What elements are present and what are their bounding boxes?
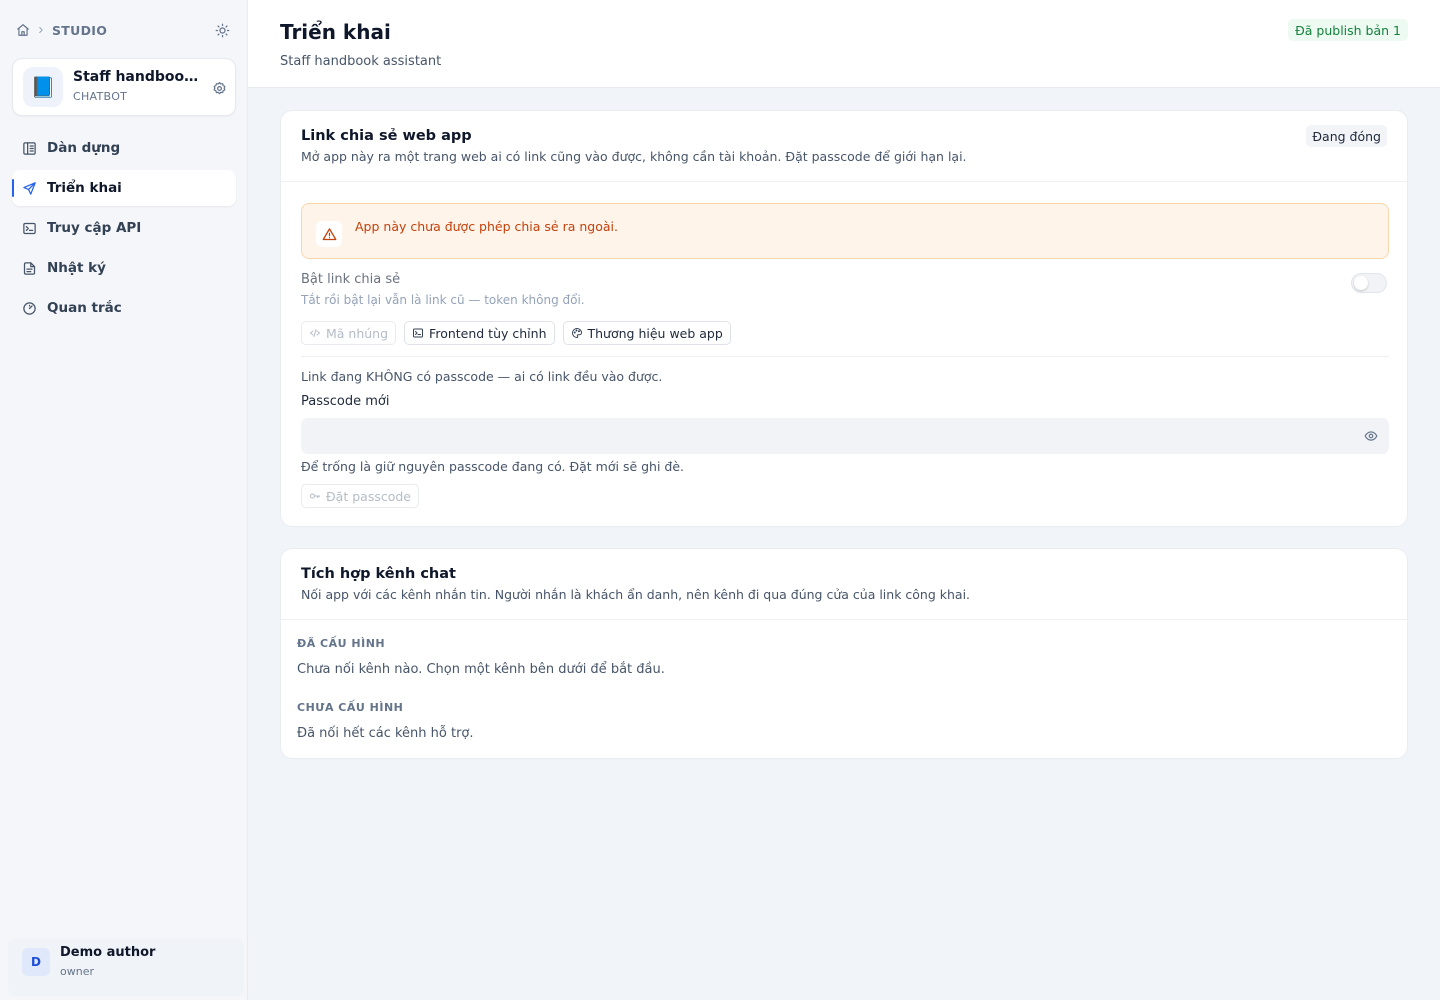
app-name: Staff handbook assistant — [73, 69, 201, 85]
terminal-icon — [23, 222, 36, 234]
user-name: Demo author — [60, 945, 156, 960]
sidebar-item-truy-cap-api[interactable]: Truy cập API — [12, 210, 236, 246]
embed-code-button[interactable]: Mã nhúng — [301, 321, 397, 345]
page-header: Triển khai Staff handbook assistant Đã p… — [248, 0, 1440, 88]
divider — [301, 356, 1389, 357]
eye-icon — [1364, 431, 1378, 441]
set-passcode-button[interactable]: Đặt passcode — [301, 484, 419, 508]
sidebar-item-quan-trac[interactable]: Quan trắc — [12, 290, 236, 326]
share-actions: Mã nhúng Frontend tùy chỉnh Thương hiệu … — [301, 321, 731, 345]
sidebar-item-trien-khai[interactable]: Triển khai — [12, 170, 236, 206]
sidebar: STUDIO 📘 Staff handbook assistant CHATBO… — [0, 0, 248, 1000]
breadcrumb-studio[interactable]: STUDIO — [52, 23, 107, 38]
custom-frontend-button[interactable]: Frontend tùy chỉnh — [404, 321, 555, 345]
key-icon — [310, 493, 320, 499]
gear-icon — [213, 81, 225, 94]
card-title: Link chia sẻ web app — [301, 128, 472, 144]
warning-icon — [316, 221, 342, 247]
configured-empty-text: Chưa nối kênh nào. Chọn một kênh bên dướ… — [297, 662, 665, 677]
sidebar-item-nhat-ky[interactable]: Nhật ký — [12, 250, 236, 286]
breadcrumb: STUDIO — [16, 20, 107, 40]
configured-heading: ĐÃ CẤU HÌNH — [297, 637, 386, 650]
warning-text: App này chưa được phép chia sẻ ra ngoài. — [355, 219, 618, 234]
user-menu[interactable]: D Demo author owner — [8, 938, 244, 996]
passcode-input[interactable] — [301, 418, 1389, 454]
app-switcher[interactable]: 📘 Staff handbook assistant CHATBOT — [12, 58, 236, 116]
home-icon[interactable] — [16, 23, 30, 37]
chat-channels-card: Tích hợp kênh chat Nối app với các kênh … — [280, 548, 1408, 759]
layout-icon — [23, 141, 36, 155]
button-label: Thương hiệu web app — [587, 325, 723, 341]
file-text-icon — [23, 261, 36, 275]
share-link-toggle[interactable] — [1351, 273, 1387, 293]
send-icon — [23, 181, 36, 195]
sidebar-item-label: Truy cập API — [47, 220, 142, 236]
app-kind: CHATBOT — [73, 90, 128, 103]
gauge-icon — [23, 301, 36, 315]
show-passcode-button[interactable] — [1363, 428, 1379, 444]
terminal-icon — [413, 328, 424, 338]
main-content: Triển khai Staff handbook assistant Đã p… — [248, 0, 1440, 1000]
book-icon: 📘 — [23, 67, 63, 107]
card-description: Nối app với các kênh nhắn tin. Người nhắ… — [301, 587, 971, 602]
theme-toggle-button[interactable] — [212, 20, 232, 40]
unconfigured-empty-text: Đã nối hết các kênh hỗ trợ. — [297, 726, 474, 741]
passcode-status: Link đang KHÔNG có passcode — ai có link… — [301, 369, 663, 384]
share-status-badge: Đang đóng — [1306, 125, 1387, 147]
unconfigured-heading: CHƯA CẤU HÌNH — [297, 701, 404, 714]
app-settings-button[interactable] — [209, 78, 229, 98]
warning-alert: App này chưa được phép chia sẻ ra ngoài. — [301, 203, 1389, 259]
button-label: Đặt passcode — [326, 488, 411, 504]
page-title: Triển khai — [280, 20, 391, 44]
card-description: Mở app này ra một trang web ai có link c… — [301, 149, 967, 164]
card-title: Tích hợp kênh chat — [301, 566, 456, 582]
sidebar-item-label: Triển khai — [47, 180, 122, 196]
toggle-knob — [1354, 276, 1368, 290]
sidebar-item-label: Quan trắc — [47, 300, 122, 316]
sidebar-item-label: Dàn dựng — [47, 140, 121, 156]
passcode-label: Passcode mới — [301, 394, 390, 409]
avatar: D — [22, 948, 50, 976]
share-link-card: Link chia sẻ web app Mở app này ra một t… — [280, 110, 1408, 527]
button-label: Frontend tùy chỉnh — [429, 325, 547, 341]
page-subtitle: Staff handbook assistant — [280, 54, 442, 69]
sidebar-item-label: Nhật ký — [47, 260, 106, 276]
share-toggle-help: Tắt rồi bật lại vẫn là link cũ — token k… — [301, 293, 585, 307]
card-header: Link chia sẻ web app Mở app này ra một t… — [281, 111, 1407, 182]
passcode-field — [301, 418, 1389, 454]
code-icon — [310, 329, 320, 337]
sidebar-item-dan-dung[interactable]: Dàn dựng — [12, 130, 236, 166]
sun-icon — [215, 23, 229, 37]
sidebar-nav: Dàn dựng Triển khai Truy cập API Nhật ký… — [12, 130, 236, 330]
chevron-right-icon — [36, 25, 46, 35]
web-app-branding-button[interactable]: Thương hiệu web app — [562, 321, 731, 345]
palette-icon — [571, 328, 582, 338]
button-label: Mã nhúng — [326, 325, 389, 341]
status-badge: Đã publish bản 1 — [1288, 19, 1408, 41]
user-role: owner — [60, 965, 94, 978]
share-toggle-label: Bật link chia sẻ — [301, 272, 401, 287]
card-header: Tích hợp kênh chat Nối app với các kênh … — [281, 549, 1407, 620]
passcode-help: Để trống là giữ nguyên passcode đang có.… — [301, 459, 685, 474]
